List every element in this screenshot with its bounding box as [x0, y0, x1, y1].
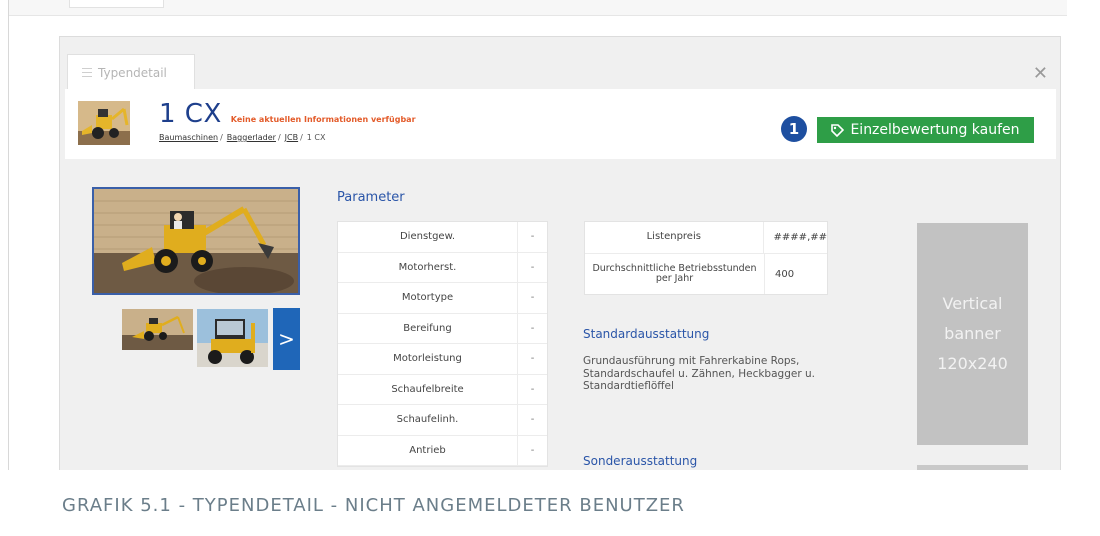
tag-icon [831, 123, 845, 137]
table-row: Dienstgew. - [338, 222, 547, 253]
param-name: Bereifung [338, 313, 518, 343]
table-row: Schaufelbreite - [338, 374, 547, 405]
table-row: Motortype - [338, 283, 547, 314]
parameter-heading: Parameter [337, 190, 405, 205]
main-photo[interactable] [92, 187, 300, 295]
page: Typendetail ✕ 1 CX Keine aktuellen Infor… [0, 0, 1100, 536]
param-value: - [530, 444, 535, 456]
top-strip [9, 0, 1067, 16]
optional-equipment-heading: Sonderausstattung [583, 454, 698, 468]
parameter-table: Dienstgew. - Motorherst. - Motortype - Bere… [337, 221, 548, 467]
price-value: ####,## [773, 232, 827, 243]
header-thumbnail [78, 101, 130, 145]
no-info-notice: Keine aktuellen Informationen verfügbar [230, 115, 416, 124]
param-name: Schaufelbreite [338, 374, 518, 404]
breadcrumb-baggerlader[interactable]: Baggerlader [227, 133, 276, 142]
buy-valuation-button[interactable]: Einzelbewertung kaufen [817, 117, 1034, 143]
param-value: - [530, 231, 535, 243]
figure-caption: GRAFIK 5.1 - TYPENDETAIL - NICHT ANGEMEL… [62, 495, 685, 516]
table-row: Antrieb - [338, 435, 547, 466]
breadcrumb-jcb[interactable]: JCB [285, 133, 298, 142]
table-row: Durchschnittliche Betriebsstunden per Ja… [585, 254, 827, 294]
price-value: 400 [775, 268, 795, 280]
banner-line-2: banner [944, 324, 1001, 343]
next-image-button[interactable]: > [273, 308, 300, 370]
breadcrumb-baumaschinen[interactable]: Baumaschinen [159, 133, 218, 142]
table-row: Motorleistung - [338, 344, 547, 375]
price-name: Durchschnittliche Betriebsstunden per Ja… [585, 254, 765, 294]
left-divider [8, 0, 9, 470]
param-value: - [530, 353, 535, 365]
tab-typendetail[interactable]: Typendetail [67, 54, 195, 90]
tab-label: Typendetail [98, 65, 167, 80]
param-value: - [530, 322, 535, 334]
param-value: - [530, 292, 535, 304]
param-value: - [530, 261, 535, 273]
list-icon [82, 68, 92, 77]
detail-header: 1 CX Keine aktuellen Informationen verfü… [65, 89, 1056, 159]
param-value: - [530, 383, 535, 395]
table-row: Bereifung - [338, 313, 547, 344]
param-name: Motortype [338, 283, 518, 313]
price-name: Listenpreis [585, 222, 764, 253]
standard-equipment-heading: Standardausstattung [583, 327, 710, 341]
top-tab-stub [69, 0, 164, 8]
price-table: Listenpreis ####,## Durchschnittliche Bet… [584, 221, 828, 295]
second-banner[interactable] [917, 465, 1028, 470]
param-name: Antrieb [338, 435, 518, 465]
table-row: Schaufelinh. - [338, 405, 547, 436]
param-name: Dienstgew. [338, 222, 518, 252]
breadcrumb-current: 1 CX [306, 133, 326, 142]
thumbnail-2[interactable] [197, 309, 268, 367]
close-icon[interactable]: ✕ [1033, 63, 1048, 84]
title-row: 1 CX Keine aktuellen Informationen verfü… [159, 99, 416, 129]
param-value: - [530, 414, 535, 426]
banner-line-1: Vertical [942, 294, 1003, 313]
param-name: Motorleistung [338, 344, 518, 374]
step-badge: 1 [781, 116, 807, 142]
param-name: Motorherst. [338, 252, 518, 282]
vertical-banner[interactable]: Vertical banner 120x240 [917, 223, 1028, 445]
table-row: Listenpreis ####,## [585, 222, 827, 254]
thumbnail-1[interactable] [122, 309, 193, 350]
param-name: Schaufelinh. [338, 405, 518, 435]
table-row: Motorherst. - [338, 252, 547, 283]
page-title: 1 CX [159, 99, 222, 129]
buy-valuation-label: Einzelbewertung kaufen [850, 122, 1020, 138]
banner-line-3: 120x240 [937, 354, 1008, 373]
breadcrumb: Baumaschinen / Baggerlader / JCB/ 1 CX [159, 133, 326, 142]
type-detail-panel: Typendetail ✕ 1 CX Keine aktuellen Infor… [59, 36, 1061, 470]
standard-equipment-text: Grundausführung mit Fahrerkabine Rops, S… [583, 355, 815, 393]
